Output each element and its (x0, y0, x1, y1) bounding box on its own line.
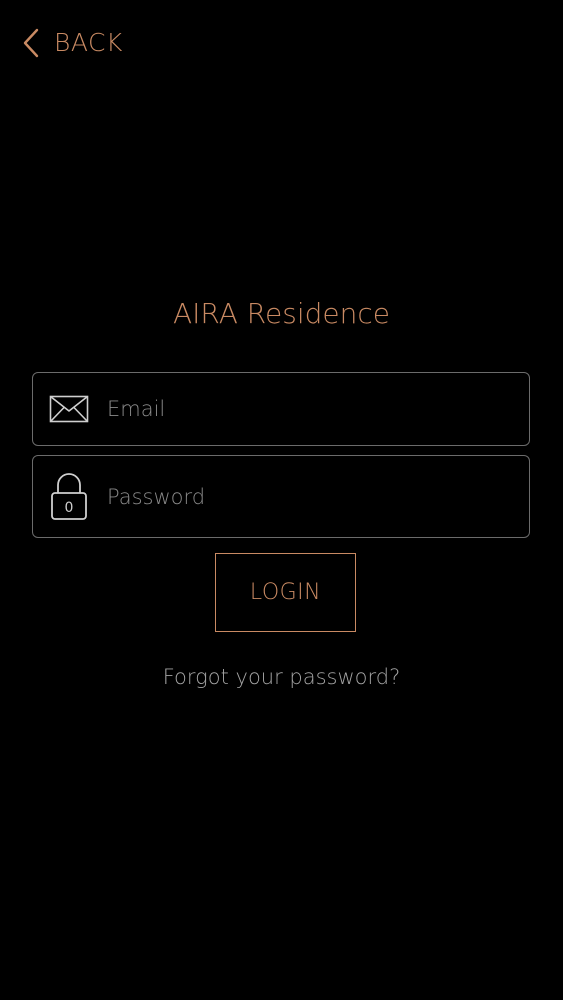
envelope-icon (49, 395, 89, 423)
back-label: BACK (54, 28, 123, 57)
login-button[interactable]: LOGIN (215, 553, 356, 632)
forgot-password-link[interactable]: Forgot your password? (0, 660, 563, 694)
password-field-container[interactable]: 0 (32, 455, 530, 538)
email-field-container[interactable] (32, 372, 530, 446)
app-title: AIRA Residence (173, 297, 390, 330)
password-input[interactable] (107, 456, 517, 537)
padlock-glyph: 0 (65, 500, 74, 516)
padlock-icon: 0 (49, 472, 89, 522)
chevron-left-icon (23, 28, 39, 58)
back-button[interactable]: BACK (22, 26, 123, 60)
email-input[interactable] (107, 373, 517, 445)
